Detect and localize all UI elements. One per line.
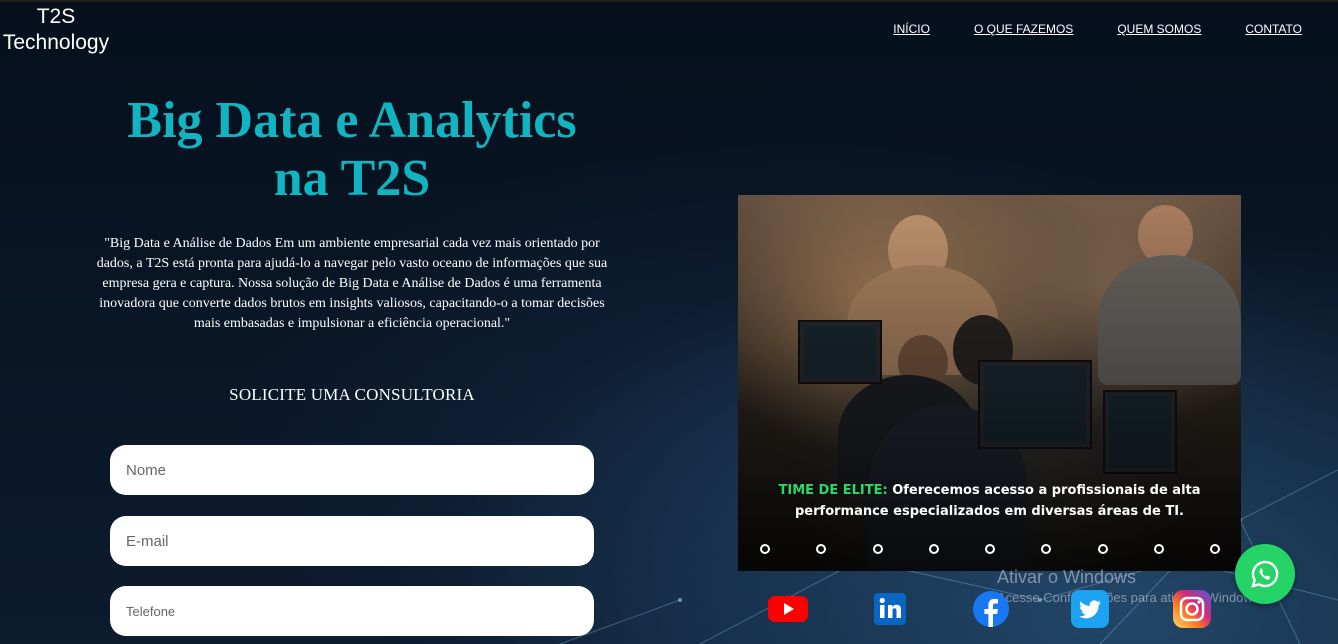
carousel-dot[interactable] — [1097, 544, 1108, 554]
phone-input[interactable] — [110, 586, 594, 636]
carousel-dot[interactable] — [928, 544, 939, 554]
carousel-dot[interactable] — [816, 544, 827, 554]
nav-quem-somos[interactable]: QUEM SOMOS — [1117, 22, 1201, 36]
top-border — [0, 0, 1338, 2]
name-input[interactable] — [110, 445, 594, 495]
youtube-icon[interactable] — [768, 590, 808, 628]
team-carousel[interactable]: TIME DE ELITE: Oferecemos acesso a profi… — [738, 195, 1241, 571]
consultation-heading: SOLICITE UMA CONSULTORIA — [229, 385, 475, 404]
nav-o-que-fazemos[interactable]: O QUE FAZEMOS — [974, 22, 1073, 36]
hero-description: "Big Data e Análise de Dados Em um ambie… — [96, 236, 608, 331]
main-nav: INÍCIO O QUE FAZEMOS QUEM SOMOS CONTATO — [893, 22, 1302, 36]
caption-line2: performance especializados em diversas á… — [795, 504, 1184, 519]
hero-title-line2: na T2S — [273, 150, 431, 207]
caption-accent: TIME DE ELITE: — [778, 483, 888, 498]
whatsapp-button[interactable] — [1235, 544, 1295, 604]
nav-inicio[interactable]: INÍCIO — [893, 22, 930, 36]
brand-logo[interactable]: T2S Technology — [0, 4, 118, 56]
twitter-icon[interactable] — [1070, 590, 1110, 628]
hero-title-line1: Big Data e Analytics — [127, 92, 577, 149]
instagram-icon[interactable] — [1172, 590, 1212, 628]
carousel-dots — [760, 544, 1220, 554]
email-input[interactable] — [110, 516, 594, 566]
carousel-dot[interactable] — [760, 544, 770, 554]
social-links — [768, 590, 1214, 630]
carousel-dot[interactable] — [1153, 544, 1164, 554]
carousel-dot[interactable] — [985, 544, 995, 554]
hero-title: Big Data e Analytics na T2S — [90, 92, 614, 208]
carousel-dot[interactable] — [1041, 544, 1052, 554]
brand-line2: Technology — [2, 31, 110, 54]
caption-line1: Oferecemos acesso a profissionais de alt… — [887, 483, 1201, 498]
linkedin-icon[interactable] — [870, 590, 910, 628]
carousel-caption: TIME DE ELITE: Oferecemos acesso a profi… — [738, 480, 1241, 522]
facebook-icon[interactable] — [971, 590, 1011, 628]
nav-contato[interactable]: CONTATO — [1245, 22, 1302, 36]
whatsapp-icon — [1251, 560, 1279, 588]
carousel-dot[interactable] — [1210, 544, 1220, 554]
brand-line1: T2S — [36, 5, 76, 28]
carousel-dot[interactable] — [872, 544, 883, 554]
